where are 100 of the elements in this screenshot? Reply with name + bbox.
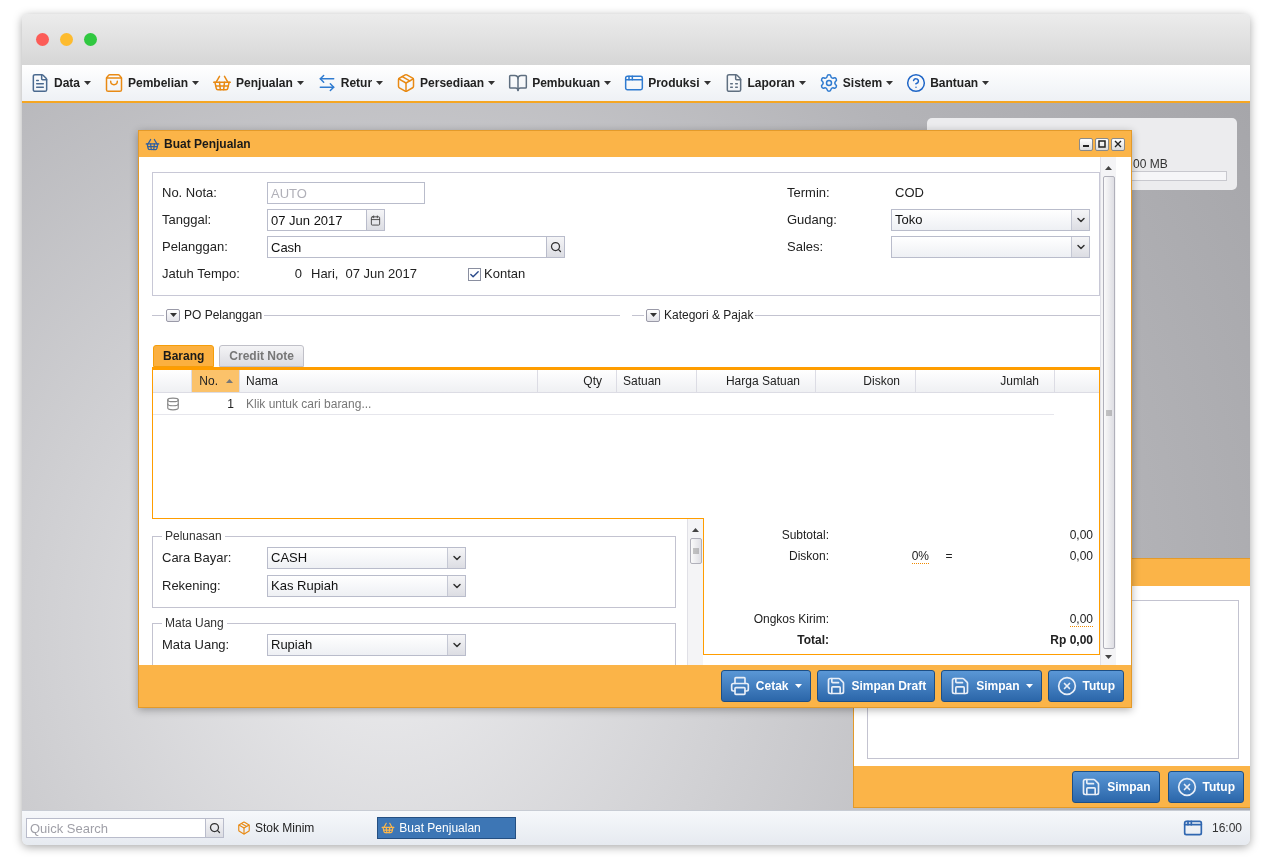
- caret-icon: [794, 684, 802, 688]
- section-title[interactable]: PO Pelanggan: [182, 306, 265, 324]
- monitor-icon[interactable]: [1182, 818, 1203, 838]
- days-unit: Hari,: [311, 265, 339, 284]
- caret-icon: [886, 81, 894, 85]
- column-header[interactable]: Jumlah: [916, 370, 1055, 392]
- tab[interactable]: Barang: [153, 345, 215, 367]
- action-button[interactable]: Simpan: [1072, 770, 1160, 803]
- menu-item[interactable]: Data: [28, 69, 93, 97]
- summary-value: 0,00: [1068, 527, 1093, 544]
- select-field[interactable]: Toko: [891, 209, 1090, 231]
- maximize-icon: [1098, 140, 1106, 148]
- menu-item[interactable]: Persediaan: [394, 69, 498, 97]
- scroll-thumb[interactable]: [1102, 176, 1115, 649]
- caret-icon: [649, 313, 657, 317]
- field-label: Tanggal:: [162, 211, 213, 230]
- days-value: 0: [293, 265, 302, 284]
- row-icon: [165, 396, 180, 411]
- caret-icon: [982, 81, 990, 85]
- checkbox[interactable]: [468, 267, 482, 281]
- taskbar-item[interactable]: Stok Minim: [234, 817, 318, 839]
- field-label: Pelanggan:: [162, 238, 229, 257]
- menu-item[interactable]: Pembelian: [102, 69, 202, 97]
- scrollbar[interactable]: [1100, 157, 1116, 665]
- menu-item[interactable]: Bantuan: [904, 69, 992, 97]
- field-value: COD: [894, 184, 924, 203]
- action-button[interactable]: Simpan: [941, 670, 1042, 702]
- gear-icon: [818, 73, 839, 93]
- shipping-value[interactable]: 0,00: [1069, 612, 1093, 627]
- select-field[interactable]: [891, 236, 1090, 258]
- search-button[interactable]: [547, 236, 565, 258]
- action-button[interactable]: Tutup: [1047, 670, 1124, 702]
- scrollbar[interactable]: [687, 519, 703, 665]
- scroll-up-icon: [692, 528, 699, 532]
- column-header[interactable]: Harga Satuan: [697, 370, 816, 392]
- menu-item[interactable]: Laporan: [721, 69, 808, 97]
- caret-icon: [296, 81, 304, 85]
- caret-icon: [1025, 684, 1033, 688]
- document-icon: [30, 73, 50, 93]
- field-label: Cara Bayar:: [162, 549, 233, 568]
- field-label: Rekening:: [162, 577, 222, 596]
- calendar-icon: [370, 214, 381, 226]
- select-field[interactable]: Rupiah: [267, 634, 466, 656]
- menu-item[interactable]: Penjualan: [210, 69, 306, 97]
- column-header[interactable]: Diskon: [816, 370, 916, 392]
- column-header[interactable]: Qty: [538, 370, 617, 392]
- check-icon: [469, 268, 481, 280]
- column-header[interactable]: Nama: [240, 370, 538, 392]
- basket-icon: [145, 136, 160, 152]
- search-icon: [549, 241, 562, 253]
- taskbar-item[interactable]: Buat Penjualan: [377, 817, 517, 839]
- input-field[interactable]: AUTO: [267, 182, 425, 204]
- close-button[interactable]: [1111, 137, 1125, 151]
- summary-label: Ongkos Kirim:: [752, 611, 829, 628]
- box-icon: [396, 73, 417, 93]
- action-button[interactable]: Simpan Draft: [816, 670, 936, 702]
- caret-icon: [488, 81, 496, 85]
- action-button[interactable]: Cetak: [720, 670, 811, 702]
- field-label: Mata Uang:: [162, 636, 231, 655]
- minimize-button[interactable]: [1079, 137, 1093, 151]
- maximize-button[interactable]: [1095, 137, 1109, 151]
- field-label: Sales:: [787, 238, 825, 257]
- input-field[interactable]: Cash: [267, 236, 547, 258]
- menu-item[interactable]: Pembukuan: [506, 69, 614, 97]
- select-field[interactable]: Kas Rupiah: [267, 575, 466, 597]
- menu-item[interactable]: Sistem: [816, 69, 896, 97]
- menu-item[interactable]: Produksi: [622, 69, 713, 97]
- summary-label: Total:: [796, 632, 829, 649]
- section-title[interactable]: Kategori & Pajak: [662, 306, 756, 324]
- search-icon: [208, 822, 221, 834]
- action-button[interactable]: Tutup: [1167, 770, 1244, 803]
- basket-icon: [212, 73, 233, 93]
- menu-item[interactable]: Retur: [314, 69, 386, 97]
- scroll-thumb[interactable]: [689, 538, 702, 564]
- caret-icon: [192, 81, 200, 85]
- caret-icon: [376, 81, 384, 85]
- floppy-icon: [825, 676, 846, 696]
- memory-reading: 00 MB: [1133, 156, 1168, 173]
- search-button[interactable]: [206, 818, 224, 838]
- field-label: Jatuh Tempo:: [162, 265, 241, 284]
- caret-icon: [798, 81, 806, 85]
- discount-percent[interactable]: 0%: [911, 549, 929, 564]
- caret-icon: [169, 313, 177, 317]
- summary-label: Diskon:: [788, 548, 829, 565]
- bag-icon: [104, 73, 124, 93]
- collapse-toggle[interactable]: [646, 308, 660, 322]
- select-field[interactable]: CASH: [267, 547, 466, 569]
- column-header[interactable]: No.: [192, 370, 240, 392]
- floppy-icon: [1081, 776, 1102, 797]
- calendar-button[interactable]: [367, 209, 385, 231]
- close-icon: [1176, 776, 1197, 797]
- equals-sign: =: [944, 548, 954, 565]
- checkbox-label: Kontan: [484, 265, 526, 284]
- date-field[interactable]: 07 Jun 2017: [267, 209, 367, 231]
- group-title: Pelunasan: [164, 528, 223, 545]
- column-header[interactable]: Satuan: [617, 370, 697, 392]
- table-cell[interactable]: Klik untuk cari barang...: [240, 394, 372, 413]
- search-field[interactable]: Quick Search: [26, 818, 206, 838]
- collapse-toggle[interactable]: [166, 308, 180, 322]
- tab[interactable]: Credit Note: [219, 345, 304, 367]
